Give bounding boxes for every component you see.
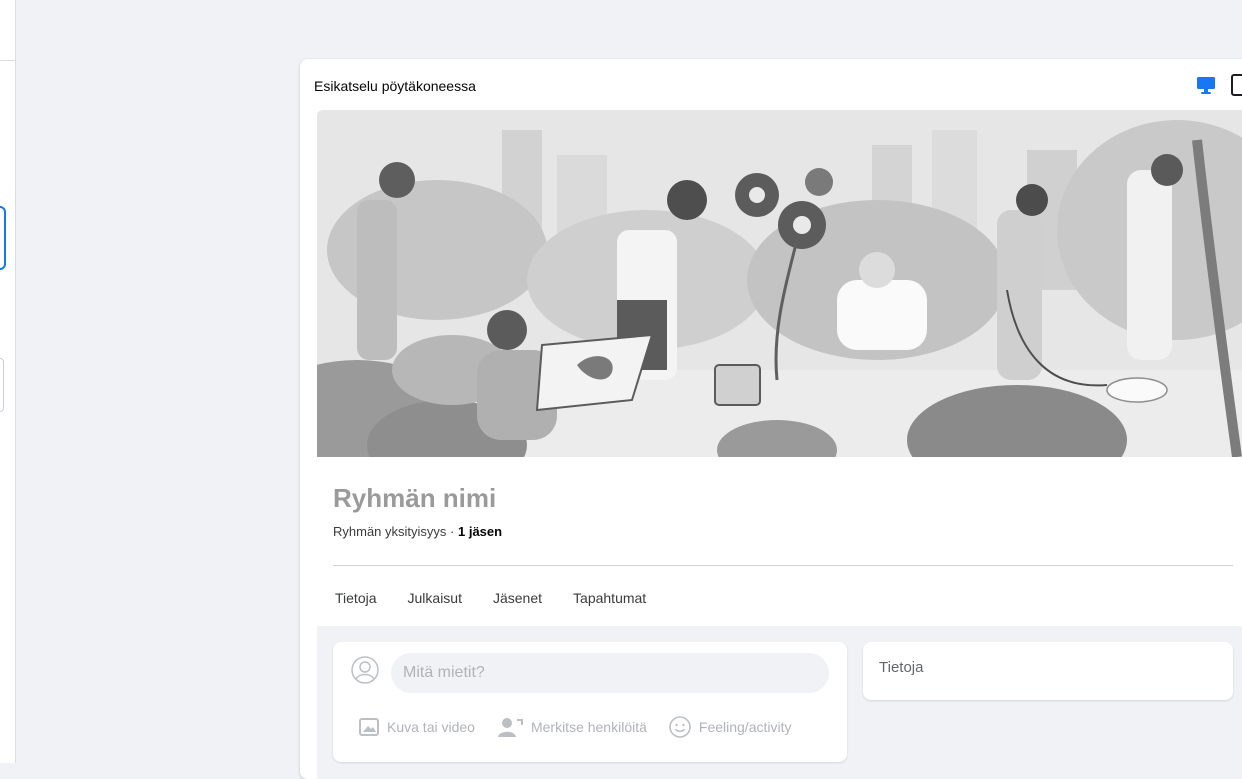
photo-video-icon: [359, 718, 379, 736]
tag-people-button[interactable]: Merkitse henkilöitä: [497, 717, 647, 737]
feed-area: Mitä mietit? Kuva tai video Merkitse hen…: [317, 626, 1242, 779]
tag-people-label: Merkitse henkilöitä: [530, 719, 647, 735]
tag-people-icon: [497, 718, 523, 737]
photo-video-button[interactable]: Kuva tai video: [359, 718, 475, 736]
tab-members[interactable]: Jäsenet: [493, 590, 542, 606]
smiley-icon: [669, 716, 691, 738]
post-composer: Mitä mietit? Kuva tai video Merkitse hen…: [333, 642, 847, 762]
photo-video-label: Kuva tai video: [387, 719, 475, 735]
group-member-count: 1 jäsen: [457, 524, 503, 539]
about-card: Tietoja: [863, 642, 1233, 700]
tab-events[interactable]: Tapahtumat: [573, 590, 646, 606]
feeling-activity-label: Feeling/activity: [698, 719, 792, 735]
focused-input-field[interactable]: [0, 206, 6, 270]
desktop-preview-card: Esikatselu pöytäkoneessa Ryhmän nimi Ryh…: [300, 59, 1242, 779]
cover-illustration: [317, 110, 1242, 457]
mobile-icon[interactable]: [1230, 73, 1242, 97]
avatar-icon: [351, 656, 379, 684]
tabs-divider: [333, 565, 1233, 566]
input-field[interactable]: [0, 358, 4, 412]
preview-title: Esikatselu pöytäkoneessa: [314, 78, 476, 94]
group-privacy: Ryhmän yksityisyys: [333, 524, 447, 539]
post-input[interactable]: Mitä mietit?: [391, 653, 829, 693]
about-title: Tietoja: [879, 659, 924, 676]
tab-about[interactable]: Tietoja: [335, 590, 377, 606]
desktop-icon[interactable]: [1195, 75, 1217, 95]
left-panel-divider: [0, 60, 15, 61]
tab-posts[interactable]: Julkaisut: [408, 590, 462, 606]
group-name: Ryhmän nimi: [333, 483, 497, 513]
group-tabs: Tietoja Julkaisut Jäsenet Tapahtumat: [335, 590, 677, 606]
feeling-activity-button[interactable]: Feeling/activity: [669, 716, 792, 738]
meta-separator: ·: [446, 524, 458, 539]
group-meta: Ryhmän yksityisyys · 1 jäsen: [333, 524, 502, 539]
composer-actions: Kuva tai video Merkitse henkilöitä Feeli…: [359, 716, 813, 738]
